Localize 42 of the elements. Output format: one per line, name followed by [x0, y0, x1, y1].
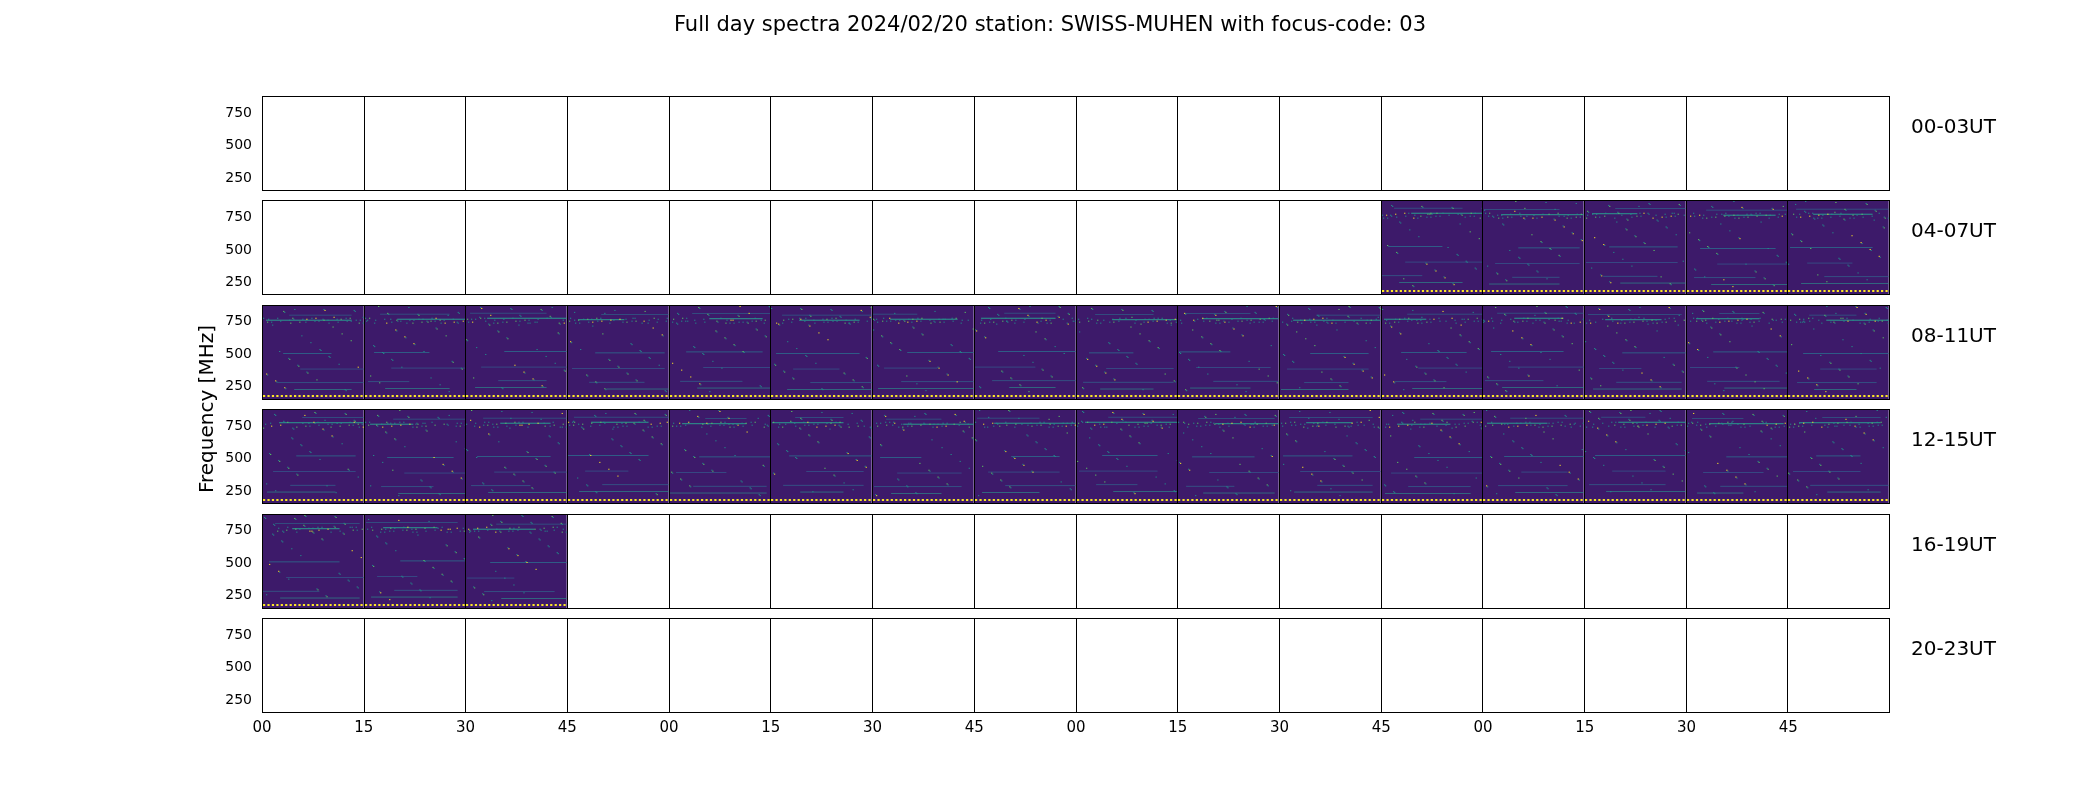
- tick-label: 45: [964, 718, 984, 737]
- tick-label: 00: [659, 718, 679, 737]
- tick-label: 500: [225, 136, 252, 153]
- tick-label: 45: [1371, 718, 1391, 737]
- tick-label: 750: [225, 207, 252, 224]
- axis-label: Frequency [MHz]: [194, 324, 218, 494]
- tick-label: 15: [354, 718, 374, 737]
- tick-label: 500: [225, 553, 252, 570]
- tick-label: 250: [225, 481, 252, 498]
- tick-label: 250: [225, 690, 252, 707]
- tick-label: 45: [557, 718, 577, 737]
- tick-label: 750: [225, 521, 252, 538]
- row-label: 08-11UT: [1911, 322, 1996, 347]
- tick-label: 15: [761, 718, 781, 737]
- tick-label: 30: [862, 718, 883, 737]
- tick-label: 15: [1575, 718, 1595, 737]
- tick-label: 30: [1676, 718, 1697, 737]
- tick-label: 00: [252, 718, 272, 737]
- row-label: 16-19UT: [1911, 531, 1996, 556]
- tick-label: 250: [225, 377, 252, 394]
- tick-label: 250: [225, 273, 252, 290]
- tick-label: 750: [225, 625, 252, 642]
- tick-label: 500: [225, 344, 252, 361]
- row-label: 04-07UT: [1911, 218, 1996, 243]
- tick-label: 30: [1269, 718, 1290, 737]
- tick-label: 500: [225, 658, 252, 675]
- tick-label: 750: [225, 416, 252, 433]
- tick-label: 250: [225, 586, 252, 603]
- row-label: 00-03UT: [1911, 114, 1996, 138]
- tick-label: 500: [225, 240, 252, 257]
- tick-label: 250: [225, 168, 252, 185]
- tick-label: 00: [1473, 718, 1493, 737]
- chart-title: Full day spectra 2024/02/20 station: SWISS-MUHEN with focus-code: 03: [673, 12, 1427, 38]
- tick-label: 500: [225, 449, 252, 466]
- row-label: 12-15UT: [1911, 427, 1996, 452]
- tick-label: 30: [455, 718, 476, 737]
- tick-label: 750: [225, 312, 252, 329]
- tick-label: 15: [1168, 718, 1188, 737]
- tick-label: 00: [1066, 718, 1086, 737]
- tick-label: 45: [1778, 718, 1798, 737]
- tick-label: 750: [225, 103, 252, 120]
- row-label: 20-23UT: [1911, 635, 1996, 660]
